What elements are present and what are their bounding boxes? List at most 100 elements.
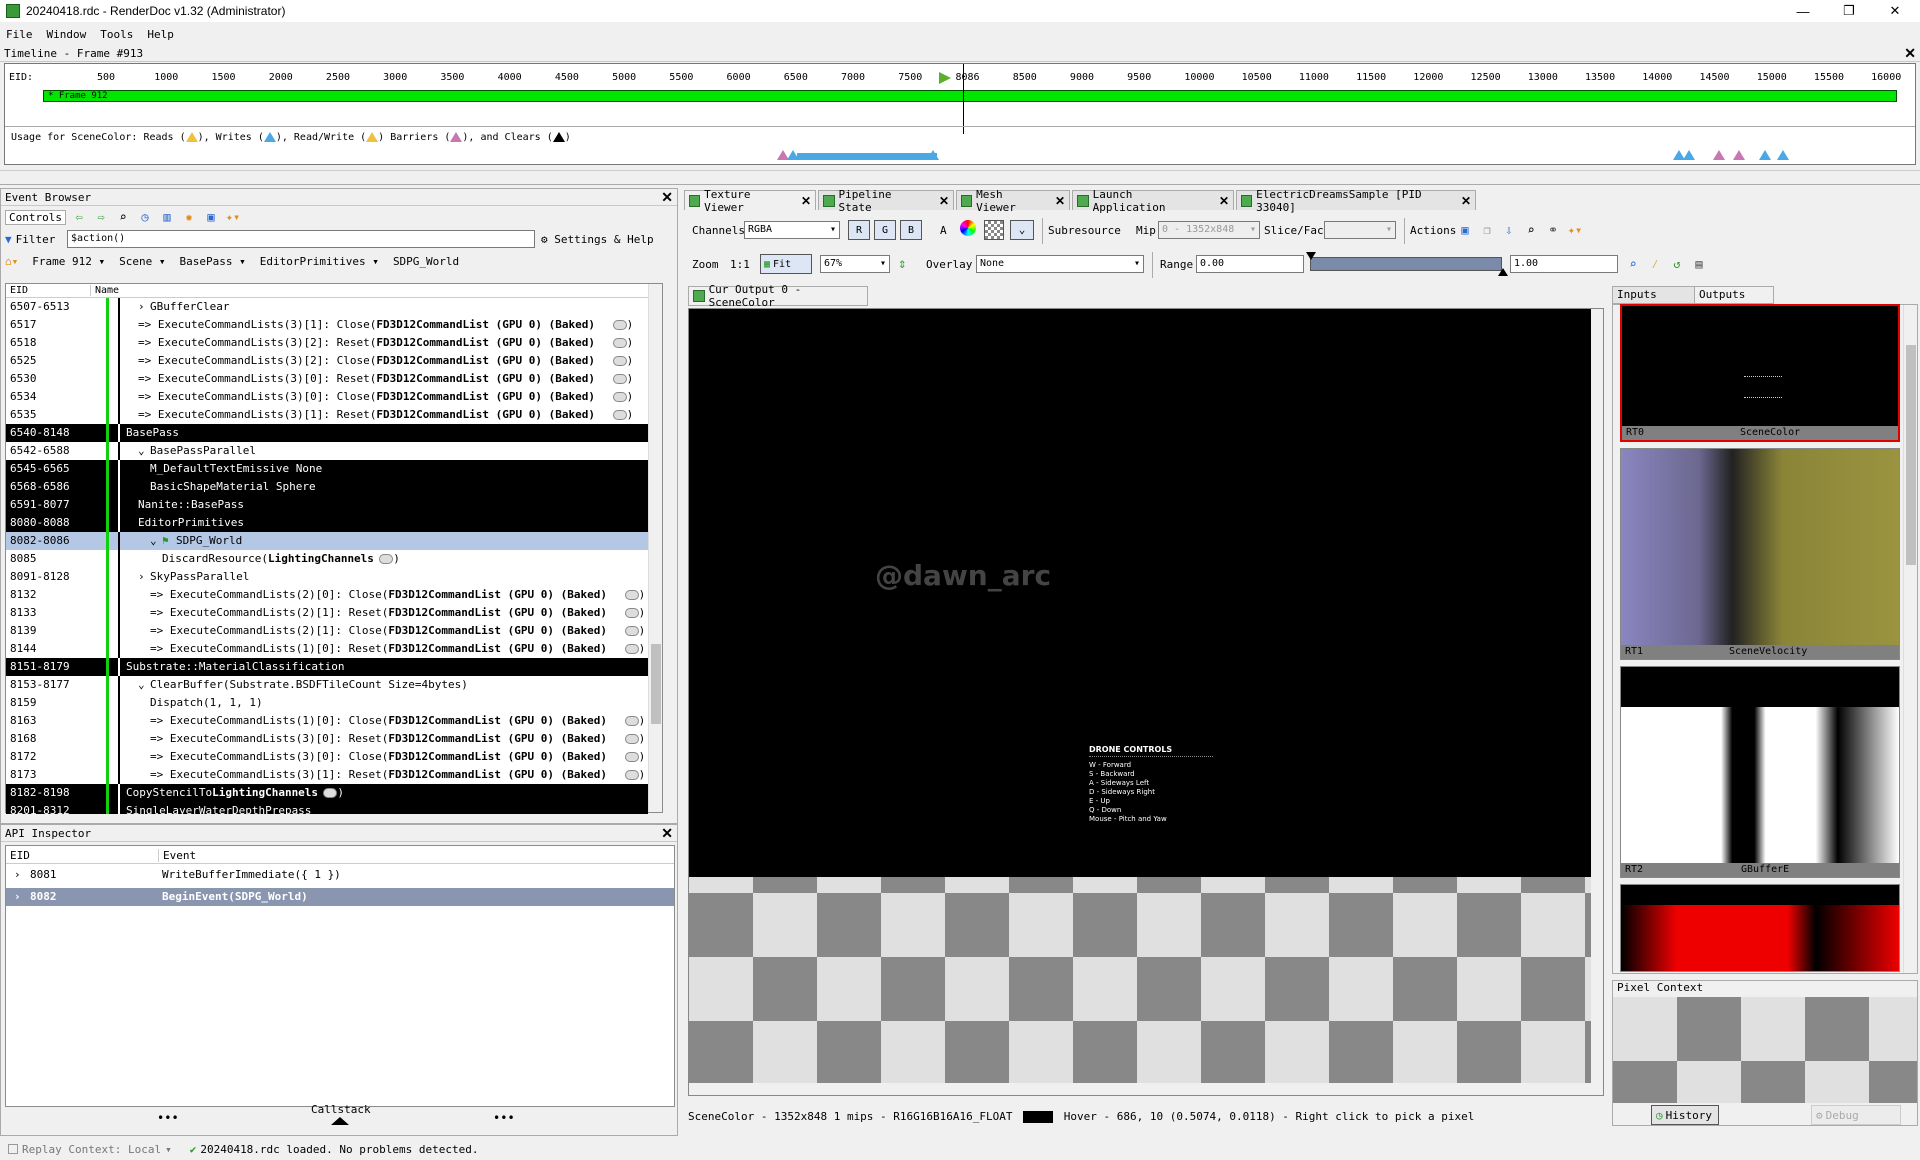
event-row[interactable]: 6591-8077 Nanite::BasePass xyxy=(6,496,648,514)
link-icon[interactable] xyxy=(612,374,627,384)
api-event-list[interactable]: EID Event › 8081 WriteBufferImmediate({ … xyxy=(5,845,675,1107)
event-row[interactable]: 6530 => ExecuteCommandLists(3)[0]: Reset(… xyxy=(6,370,648,388)
link-icon[interactable] xyxy=(624,590,639,600)
chevron-down-icon[interactable]: ⌄ xyxy=(150,532,157,550)
color-wheel-icon[interactable] xyxy=(960,220,976,236)
menu-tools[interactable]: Tools xyxy=(100,28,133,41)
menu-file[interactable]: File xyxy=(6,28,33,41)
history-button[interactable]: ◷ History xyxy=(1651,1105,1719,1125)
link-icon[interactable] xyxy=(612,320,627,330)
tab-inputs[interactable]: Inputs xyxy=(1612,286,1696,304)
zoom-select[interactable]: 67% ▾ xyxy=(820,255,890,273)
event-row[interactable]: 8159 Dispatch(1, 1, 1) xyxy=(6,694,648,712)
slice-select[interactable]: ▾ xyxy=(1324,221,1396,239)
breadcrumb-editorprimitives[interactable]: EditorPrimitives ▾ xyxy=(260,255,379,268)
event-row[interactable]: 8151-8179 Substrate::MaterialClassificati… xyxy=(6,658,648,676)
close-icon[interactable]: ✕ xyxy=(939,194,949,208)
binoculars-icon[interactable]: ⌕ xyxy=(114,208,132,226)
event-row[interactable]: 8153-8177 ⌄ ClearBuffer(Substrate.BSDFTile… xyxy=(6,676,648,694)
event-row[interactable]: 6535 => ExecuteCommandLists(3)[1]: Reset(… xyxy=(6,406,648,424)
texture-vscrollbar[interactable] xyxy=(1591,309,1603,1095)
flip-vertical-icon[interactable]: ⇕ xyxy=(898,256,906,272)
link-icon[interactable] xyxy=(624,644,639,654)
gear-icon[interactable]: ✹ xyxy=(180,208,198,226)
tab-electric-dreams[interactable]: ElectricDreamsSample [PID 33040] ✕ xyxy=(1236,188,1476,214)
texture-canvas[interactable]: @dawn_arc DRONE CONTROLS W - Forward S -… xyxy=(688,308,1604,1096)
event-row[interactable]: 6542-6588 ⌄ BasePassParallel xyxy=(6,442,648,460)
maximize-button[interactable]: ❐ xyxy=(1826,0,1872,22)
event-row[interactable]: 8139 => ExecuteCommandLists(2)[1]: Close(… xyxy=(6,622,648,640)
chart-icon[interactable]: ▥ xyxy=(158,208,176,226)
settings-help-button[interactable]: ⚙ Settings & Help xyxy=(541,233,654,246)
event-tree[interactable]: EID Name 6507-6513 › GBufferClear 6517 => Ex… xyxy=(5,283,663,814)
tools-icon[interactable]: ✦▾ xyxy=(1566,221,1584,239)
tab-texture-viewer[interactable]: Texture Viewer ✕ xyxy=(684,188,816,214)
zoom-1to1-button[interactable]: 1:1 xyxy=(730,258,750,271)
channel-g-toggle[interactable]: G xyxy=(874,220,896,240)
resource-link[interactable]: ) xyxy=(623,604,645,622)
arrow-right-icon[interactable]: ⇨ xyxy=(92,208,110,226)
event-row[interactable]: 8173 => ExecuteCommandLists(3)[1]: Reset(… xyxy=(6,766,648,784)
event-tree-scrollbar[interactable] xyxy=(648,284,662,812)
chevron-right-icon[interactable]: › xyxy=(138,298,145,316)
splitter-dots-left[interactable]: ••• xyxy=(157,1111,179,1125)
breadcrumb-basepass[interactable]: BasePass ▾ xyxy=(179,255,245,268)
event-row[interactable]: 6534 => ExecuteCommandLists(3)[0]: Close(… xyxy=(6,388,648,406)
home-icon[interactable]: ⌂▾ xyxy=(5,255,18,268)
link-icon[interactable] xyxy=(612,338,627,348)
close-icon[interactable]: ✕ xyxy=(1461,194,1471,208)
overlay-select[interactable]: None ▾ xyxy=(976,255,1144,273)
thumbnail-rt1[interactable]: RT1 SceneVelocity xyxy=(1620,448,1900,660)
close-window-button[interactable]: ✕ xyxy=(1872,0,1918,22)
link-icon[interactable] xyxy=(624,716,639,726)
event-row[interactable]: 8080-8088 EditorPrimitives xyxy=(6,514,648,532)
event-row[interactable]: 6525 => ExecuteCommandLists(3)[2]: Close(… xyxy=(6,352,648,370)
channel-r-toggle[interactable]: R xyxy=(848,220,870,240)
clock-icon[interactable]: ◷ xyxy=(136,208,154,226)
resource-link[interactable]: ) xyxy=(623,748,645,766)
resource-link[interactable]: ) xyxy=(611,352,633,370)
resource-link[interactable]: ) xyxy=(623,712,645,730)
menu-window[interactable]: Window xyxy=(47,28,87,41)
filter-input[interactable]: $action() xyxy=(67,230,535,248)
resource-link[interactable]: ) xyxy=(623,766,645,784)
controls-label[interactable]: Controls xyxy=(5,209,66,225)
link-icon[interactable] xyxy=(323,788,338,798)
debug-button[interactable]: ⚙ Debug xyxy=(1811,1105,1901,1125)
reset-icon[interactable]: ↺ xyxy=(1668,255,1686,273)
event-row[interactable]: 8082-8086 ⌄ ⚑ SDPG_World xyxy=(6,532,648,550)
tools-icon[interactable]: ✦▾ xyxy=(224,208,242,226)
close-icon[interactable]: ✕ xyxy=(661,189,673,206)
resource-link[interactable]: ) xyxy=(611,316,633,334)
timeline-canvas[interactable]: EID: 500 1000 1500 2000 2500 3000 3500 4000 4500… xyxy=(4,63,1916,165)
resource-link[interactable]: ) xyxy=(623,640,645,658)
flip-icon[interactable]: ⌄ xyxy=(1010,220,1034,240)
chevron-right-icon[interactable]: › xyxy=(138,568,145,586)
event-row[interactable]: 8133 => ExecuteCommandLists(2)[1]: Reset(… xyxy=(6,604,648,622)
col-event[interactable]: Event xyxy=(158,849,196,862)
event-row[interactable]: 8201-8312 SingleLayerWaterDepthPrepass xyxy=(6,802,648,814)
event-row[interactable]: 8168 => ExecuteCommandLists(3)[0]: Reset(… xyxy=(6,730,648,748)
api-row-selected[interactable]: › 8082 BeginEvent(SDPG_World) xyxy=(6,888,674,906)
channel-a-toggle[interactable]: A xyxy=(940,224,947,237)
col-eid[interactable]: EID xyxy=(10,285,28,296)
save-icon[interactable]: ▣ xyxy=(202,208,220,226)
splitter-dots-right[interactable]: ••• xyxy=(493,1111,515,1125)
tab-pipeline-state[interactable]: Pipeline State ✕ xyxy=(818,188,954,214)
link-icon[interactable]: ⚭ xyxy=(1544,221,1562,239)
resource-link[interactable]: ) xyxy=(377,550,400,568)
range-max-input[interactable]: 1.00 xyxy=(1510,255,1618,273)
event-row[interactable]: 8132 => ExecuteCommandLists(2)[0]: Close(… xyxy=(6,586,648,604)
range-min-handle[interactable] xyxy=(1306,252,1316,260)
event-row[interactable]: 8182-8198 CopyStencilToLightingChannels) xyxy=(6,784,648,802)
link-icon[interactable] xyxy=(612,410,627,420)
link-icon[interactable] xyxy=(379,554,394,564)
breadcrumb-frame[interactable]: Frame 912 ▾ xyxy=(32,255,105,268)
close-icon[interactable]: ✕ xyxy=(1219,194,1229,208)
link-icon[interactable] xyxy=(624,734,639,744)
col-name[interactable]: Name xyxy=(90,285,119,296)
event-row[interactable]: 8144 => ExecuteCommandLists(1)[0]: Reset(… xyxy=(6,640,648,658)
event-row[interactable]: 6517 => ExecuteCommandLists(3)[1]: Close(… xyxy=(6,316,648,334)
event-row[interactable]: 6540-8148 BasePass xyxy=(6,424,648,442)
thumbnail-rt3[interactable] xyxy=(1620,884,1900,972)
